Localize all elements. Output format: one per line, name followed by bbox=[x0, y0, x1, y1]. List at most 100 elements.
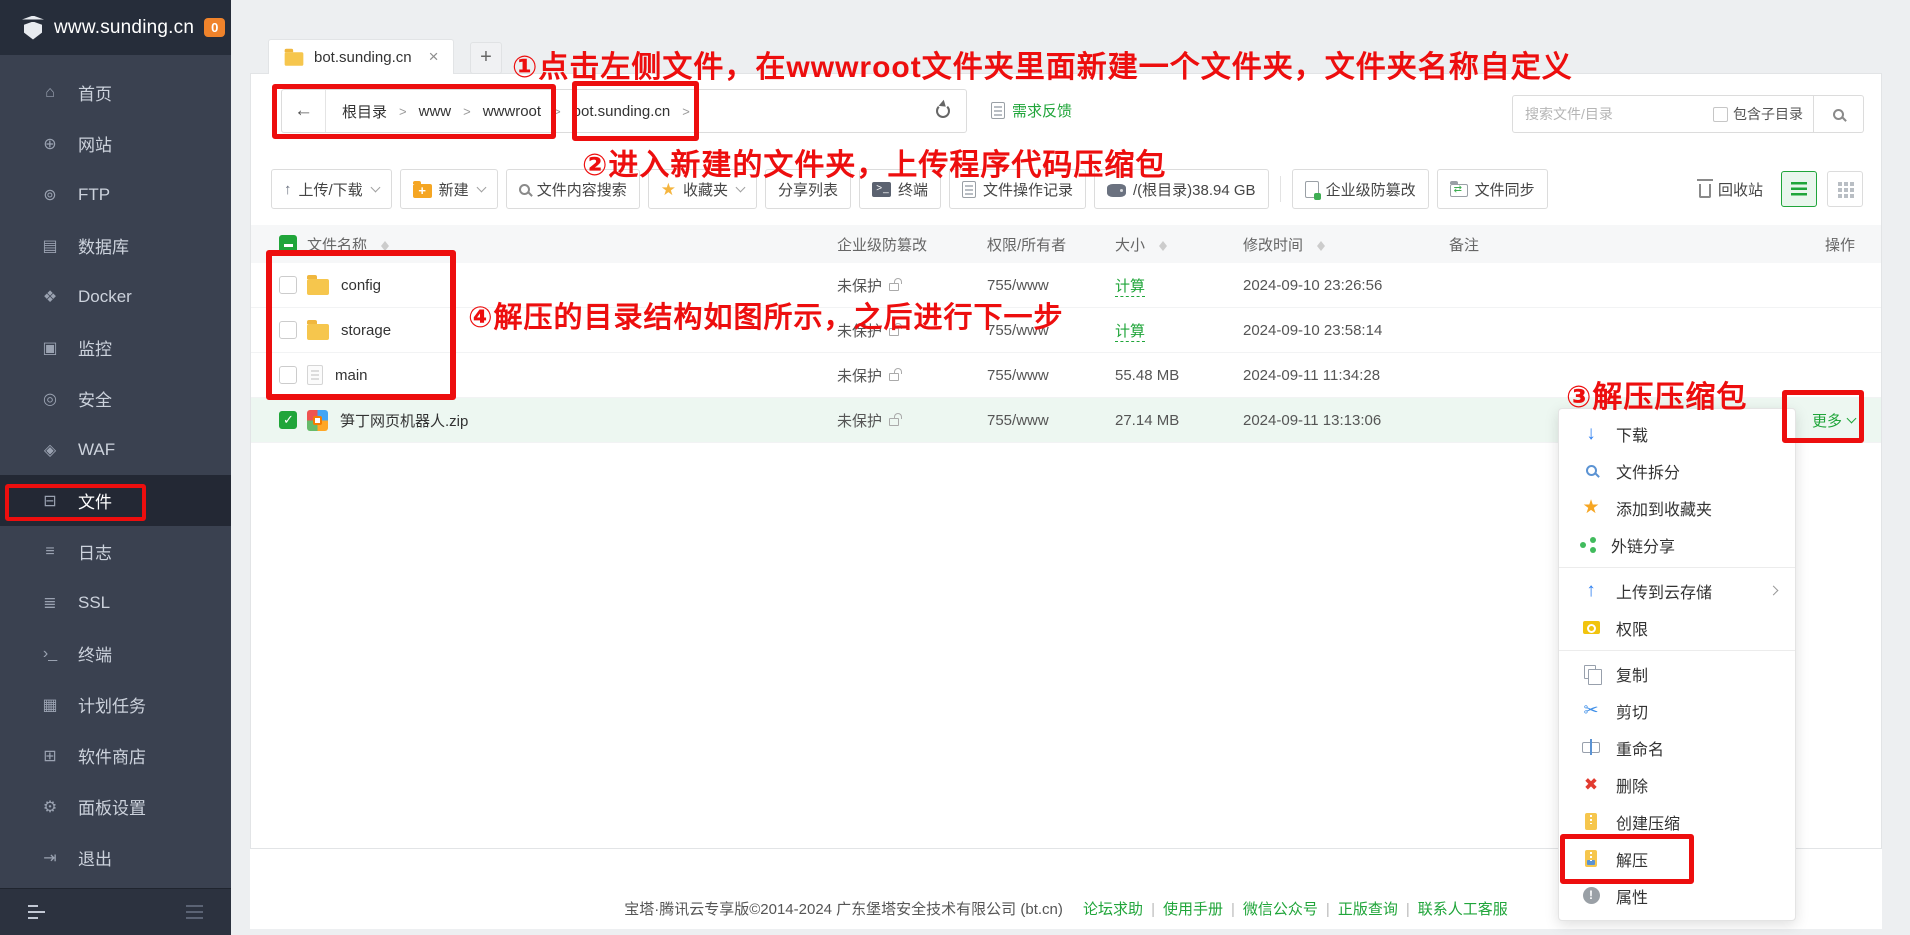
search-button[interactable] bbox=[1814, 95, 1864, 133]
info-icon: ! bbox=[1581, 887, 1601, 904]
folder-icon bbox=[285, 52, 304, 66]
row-checkbox[interactable] bbox=[279, 276, 297, 294]
include-subdir-checkbox[interactable] bbox=[1713, 107, 1728, 122]
logout-icon: ⇥ bbox=[40, 848, 60, 868]
unlock-icon bbox=[889, 418, 899, 426]
split-icon bbox=[1581, 465, 1601, 476]
recycle-bin-button[interactable]: 回收站 bbox=[1699, 179, 1771, 200]
refresh-icon[interactable] bbox=[936, 104, 950, 118]
sidebar-item-waf[interactable]: ◈WAF bbox=[0, 424, 231, 475]
file-name-cell[interactable]: config bbox=[307, 276, 837, 295]
toolbar-button-updown[interactable]: ↑上传/下载 bbox=[271, 169, 392, 209]
zip-icon bbox=[307, 410, 328, 431]
sidebar-item-website[interactable]: ⊕网站 bbox=[0, 118, 231, 169]
sidebar-item-security[interactable]: ◎安全 bbox=[0, 373, 231, 424]
menu-item-copy[interactable]: 复制 bbox=[1559, 655, 1795, 692]
select-all-checkbox[interactable] bbox=[279, 235, 297, 253]
menu-item-label: 下载 bbox=[1616, 422, 1648, 446]
menu-item-label: 剪切 bbox=[1616, 699, 1648, 723]
sidebar-item-monitor[interactable]: ▣监控 bbox=[0, 322, 231, 373]
list-view-icon bbox=[1791, 182, 1807, 196]
menu-item-compress[interactable]: 创建压缩 bbox=[1559, 803, 1795, 840]
sidebar-item-label: 首页 bbox=[78, 80, 112, 105]
menu-item-favorite[interactable]: ★添加到收藏夹 bbox=[1559, 489, 1795, 526]
calc-size-link[interactable]: 计算 bbox=[1115, 278, 1145, 297]
footer-link[interactable]: 使用手册 bbox=[1163, 901, 1223, 918]
sidebar-item-docker[interactable]: ❖Docker bbox=[0, 271, 231, 322]
collapse-sidebar-icon[interactable] bbox=[28, 911, 45, 913]
sidebar-item-terminal[interactable]: ›_终端 bbox=[0, 628, 231, 679]
back-button[interactable]: ← bbox=[282, 90, 326, 132]
menu-item-label: 属性 bbox=[1616, 884, 1648, 908]
sort-size-icon[interactable] bbox=[1159, 237, 1168, 251]
sidebar-item-settings[interactable]: ⚙面板设置 bbox=[0, 781, 231, 832]
menu-list-icon[interactable] bbox=[186, 911, 203, 913]
sidebar-item-home[interactable]: ⌂首页 bbox=[0, 67, 231, 118]
file-name[interactable]: main bbox=[335, 367, 368, 384]
tab-close-icon[interactable]: × bbox=[429, 47, 439, 67]
list-view-toggle[interactable] bbox=[1781, 171, 1817, 207]
menu-item-split[interactable]: 文件拆分 bbox=[1559, 452, 1795, 489]
menu-item-download[interactable]: ↓下载 bbox=[1559, 415, 1795, 452]
more-button[interactable]: 更多 bbox=[1812, 410, 1855, 431]
sidebar-item-appstore[interactable]: ⊞软件商店 bbox=[0, 730, 231, 781]
file-icon bbox=[307, 365, 323, 385]
breadcrumb-item[interactable]: wwwroot bbox=[483, 103, 541, 120]
menu-item-share[interactable]: 外链分享 bbox=[1559, 526, 1795, 563]
sidebar-item-logout[interactable]: ⇥退出 bbox=[0, 832, 231, 883]
sort-mtime-icon[interactable] bbox=[1317, 237, 1326, 251]
menu-item-permission[interactable]: 权限 bbox=[1559, 609, 1795, 646]
size-cell: 计算 bbox=[1115, 275, 1243, 296]
toolbar-button-label: 上传/下载 bbox=[299, 179, 363, 200]
calc-size-link[interactable]: 计算 bbox=[1115, 323, 1145, 342]
include-subdir-option[interactable]: 包含子目录 bbox=[1713, 104, 1803, 124]
file-name-cell[interactable]: main bbox=[307, 365, 837, 385]
breadcrumb-item[interactable]: bot.sunding.cn bbox=[573, 103, 671, 120]
menu-item-cloud[interactable]: ↑上传到云存储 bbox=[1559, 572, 1795, 609]
sidebar-item-database[interactable]: ▤数据库 bbox=[0, 220, 231, 271]
new-tab-button[interactable]: + bbox=[470, 42, 502, 74]
grid-view-toggle[interactable] bbox=[1827, 171, 1863, 207]
file-name-cell[interactable]: 笋丁网页机器人.zip bbox=[307, 410, 837, 431]
file-name[interactable]: storage bbox=[341, 322, 391, 339]
sidebar-item-ftp[interactable]: ⊚FTP bbox=[0, 169, 231, 220]
footer-link[interactable]: 联系人工客服 bbox=[1418, 901, 1508, 918]
search-input[interactable] bbox=[1525, 106, 1705, 122]
col-tamper: 企业级防篡改 bbox=[837, 234, 987, 255]
toolbar-button-new[interactable]: +新建 bbox=[400, 169, 498, 209]
zip-icon bbox=[1581, 813, 1601, 830]
message-count-badge[interactable]: 0 bbox=[204, 18, 225, 37]
row-checkbox[interactable] bbox=[279, 366, 297, 384]
menu-item-unzip[interactable]: 解压 bbox=[1559, 840, 1795, 877]
sidebar-item-cron[interactable]: ▦ 计划任务 bbox=[0, 679, 231, 730]
unlock-icon bbox=[889, 373, 899, 381]
footer-link[interactable]: 正版查询 bbox=[1338, 901, 1398, 918]
footer-link[interactable]: 论坛求助 bbox=[1083, 901, 1143, 918]
cron-icon: ▦ bbox=[40, 695, 60, 715]
toolbar-button-tamper[interactable]: 企业级防篡改 bbox=[1292, 169, 1429, 209]
toolbar-button-sync[interactable]: 文件同步 bbox=[1437, 169, 1548, 209]
breadcrumb-item[interactable]: www bbox=[419, 103, 452, 120]
sidebar-item-files[interactable]: ⊟文件 bbox=[0, 475, 231, 526]
file-name[interactable]: config bbox=[341, 277, 381, 294]
sidebar-item-label: 计划任务 bbox=[78, 692, 146, 717]
menu-item-rename[interactable]: 重命名 bbox=[1559, 729, 1795, 766]
cut-icon: ✂ bbox=[1581, 700, 1601, 721]
feedback-icon bbox=[991, 102, 1005, 119]
breadcrumb-item[interactable]: 根目录 bbox=[342, 101, 387, 122]
sidebar-item-label: Docker bbox=[78, 287, 132, 307]
sort-name-icon[interactable] bbox=[381, 237, 390, 251]
sidebar-item-ssl[interactable]: ≣SSL bbox=[0, 577, 231, 628]
menu-item-cut[interactable]: ✂ 剪切 bbox=[1559, 692, 1795, 729]
feedback-link[interactable]: 需求反馈 bbox=[991, 100, 1072, 121]
folder-icon bbox=[307, 324, 329, 340]
file-name[interactable]: 笋丁网页机器人.zip bbox=[340, 410, 468, 431]
menu-item-delete[interactable]: ✖删除 bbox=[1559, 766, 1795, 803]
menu-item-props[interactable]: ! 属性 bbox=[1559, 877, 1795, 914]
sidebar-item-logs[interactable]: ≡日志 bbox=[0, 526, 231, 577]
site-name: www.sunding.cn bbox=[54, 17, 194, 39]
footer-link[interactable]: 微信公众号 bbox=[1243, 901, 1318, 918]
row-checkbox[interactable] bbox=[279, 321, 297, 339]
row-checkbox[interactable] bbox=[279, 411, 297, 429]
tab-bot-sunding[interactable]: bot.sunding.cn × bbox=[268, 39, 454, 74]
